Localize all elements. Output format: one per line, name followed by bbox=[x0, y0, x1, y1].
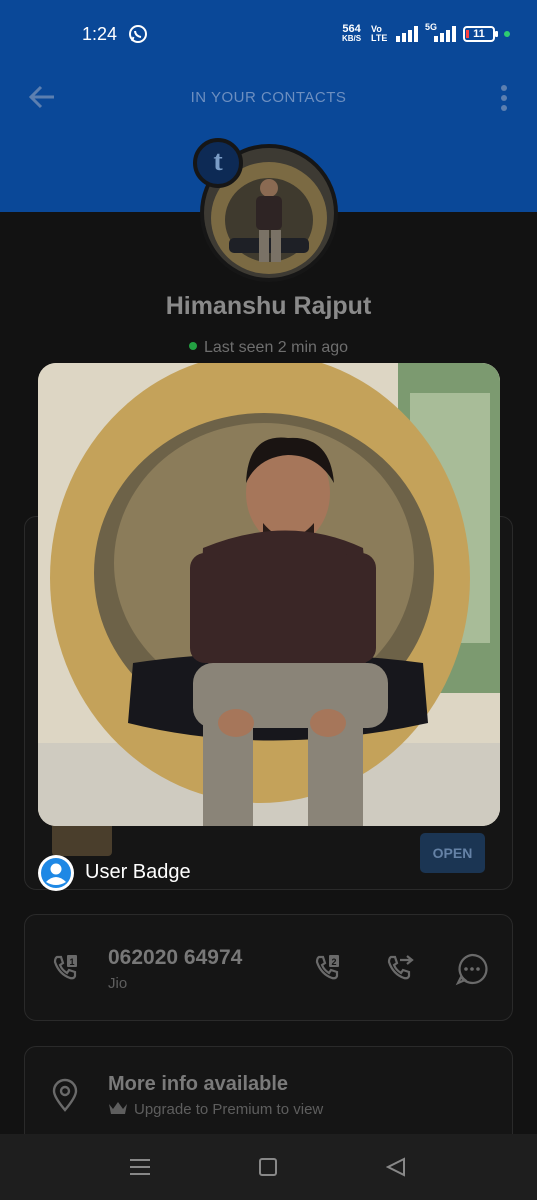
volte-bottom: LTE bbox=[371, 33, 388, 43]
recent-apps-icon[interactable] bbox=[130, 1158, 150, 1176]
whatsapp-icon bbox=[129, 25, 147, 43]
net-speed-value: 564 bbox=[342, 23, 361, 35]
phone-sim1-icon[interactable]: 1 bbox=[50, 952, 82, 984]
call-forward-icon[interactable] bbox=[384, 952, 416, 984]
last-seen-text: Last seen 2 min ago bbox=[203, 339, 349, 356]
carrier-label: Jio bbox=[108, 975, 128, 992]
contact-name: Himanshu Rajput bbox=[165, 292, 372, 320]
status-time: 1:24 bbox=[82, 24, 118, 44]
signal-icon bbox=[396, 26, 418, 42]
user-badge-label: User Badge bbox=[85, 861, 191, 883]
crown-icon bbox=[109, 1102, 127, 1114]
svg-text:1: 1 bbox=[69, 957, 74, 967]
profile-photo bbox=[38, 363, 500, 826]
net-speed-unit: KB/S bbox=[342, 34, 362, 43]
more-vert-icon[interactable] bbox=[498, 84, 510, 112]
ad-thumbnail bbox=[52, 822, 112, 856]
phone-sim2-icon[interactable]: 2 bbox=[312, 952, 344, 984]
phone-number[interactable]: 062020 64974 bbox=[108, 946, 242, 970]
more-info-card[interactable] bbox=[24, 1046, 513, 1146]
location-pin-icon bbox=[52, 1078, 78, 1112]
last-seen-status: Last seen 2 min ago bbox=[0, 339, 537, 357]
battery-icon: 11 bbox=[463, 26, 498, 42]
nav-back-icon[interactable] bbox=[386, 1157, 406, 1177]
signal-2-icon bbox=[434, 26, 456, 42]
more-info-subtitle: Upgrade to Premium to view bbox=[108, 1101, 323, 1118]
profile-photo-popup[interactable] bbox=[38, 363, 500, 826]
user-badge-icon bbox=[38, 855, 74, 891]
volte-indicator: Vo LTE bbox=[371, 25, 387, 43]
tumblr-icon: t bbox=[193, 138, 243, 188]
more-info-title: More info available bbox=[108, 1073, 289, 1095]
phone-card bbox=[24, 914, 513, 1021]
page-title: IN YOUR CONTACTS bbox=[190, 89, 347, 106]
message-icon[interactable] bbox=[455, 952, 489, 986]
more-info-subtitle-text: Upgrade to Premium to view bbox=[134, 1101, 324, 1118]
battery-level: 11 bbox=[473, 28, 485, 40]
svg-text:2: 2 bbox=[331, 957, 336, 967]
home-icon[interactable] bbox=[259, 1158, 277, 1176]
online-dot bbox=[188, 342, 197, 350]
status-bar: 1:24 564 KB/S Vo LTE 5G 11 bbox=[0, 0, 537, 70]
open-button[interactable]: OPEN bbox=[420, 833, 485, 873]
net-speed: 564 KB/S bbox=[342, 23, 362, 44]
privacy-dot bbox=[504, 31, 510, 37]
